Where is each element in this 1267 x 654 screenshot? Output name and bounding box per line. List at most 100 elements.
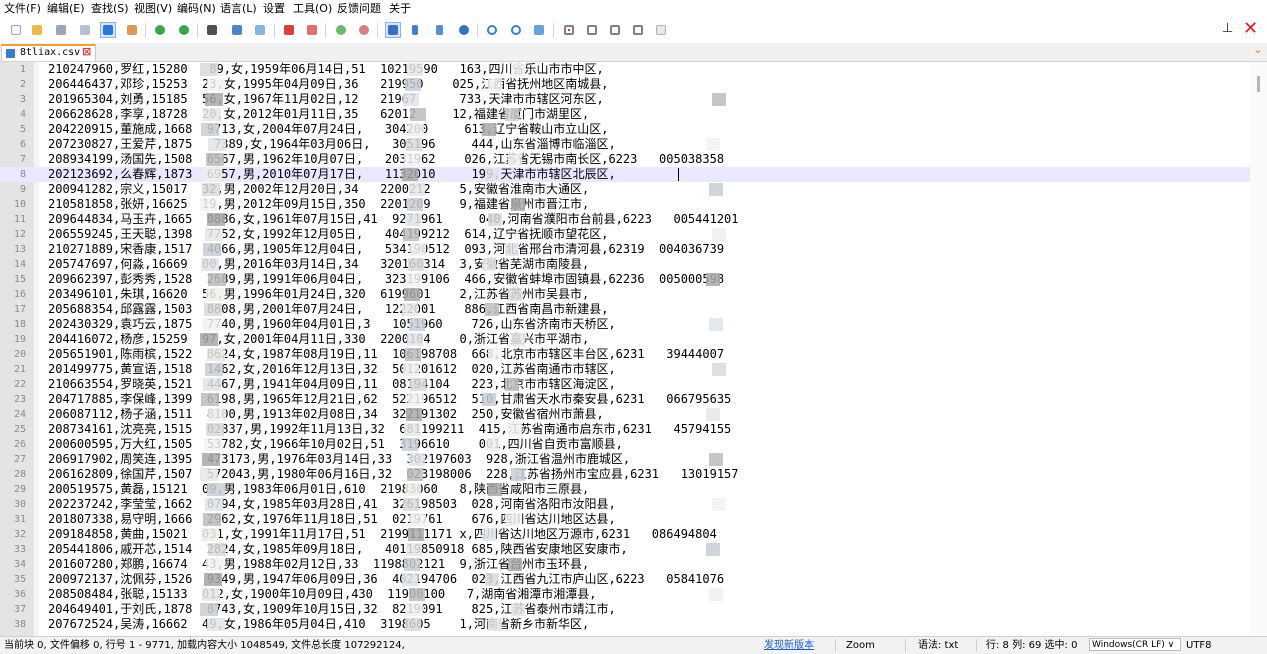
text-line[interactable]: 4 206628628,李享,18728 20,女,2012年01月11日,35 … [0,107,1250,122]
text-line[interactable]: 2 206446437,邓珍,15253 23,女,1995年04月09日,36 … [0,77,1250,92]
redaction-block [204,573,222,586]
text-line[interactable]: 8 202123692,么春辉,1873 6957,男,2010年07月17日, … [0,167,1250,182]
redo-icon[interactable] [176,22,192,38]
menu-encoding[interactable]: 编码(N) [177,2,216,16]
zoom-label[interactable]: Zoom [846,639,875,652]
redaction-block [482,528,496,541]
menu-view[interactable]: 视图(V) [134,2,172,16]
text-line[interactable]: 14 205747697,何淼,16669 00,男,2016年03月14日,34… [0,257,1250,272]
new-file-icon[interactable] [8,22,24,38]
text-line[interactable]: 9 200941282,宗义,15017 32,男,2002年12月20日,34 … [0,182,1250,197]
prev-block-icon[interactable] [484,22,500,38]
play-macro-icon[interactable] [607,22,623,38]
text-line[interactable]: 35 200972137,沈佩芬,1526 9349,男,1947年06月09日,… [0,572,1250,587]
tab-close-icon[interactable]: ⊠ [82,46,91,58]
text-line[interactable]: 11 209644834,马玉卉,1665 0886,女,1961年07月15日,… [0,212,1250,227]
mark-icon[interactable] [281,22,297,38]
text-line[interactable]: 21 201499775,黄宣语,1518 1462,女,2016年12月13日,… [0,362,1250,377]
toggle-view-icon[interactable] [100,22,116,38]
redaction-block [205,498,223,511]
text-line[interactable]: 17 205688354,邱露露,1503 8808,男,2001年07月24日,… [0,302,1250,317]
text-line[interactable]: 1 210247960,罗红,15280 89,女,1959年06月14日,51 … [0,62,1250,77]
text-line[interactable]: 3 201965304,刘勇,15185 56,女,1967年11月02日,12 … [0,92,1250,107]
scrollbar-thumb[interactable] [1257,76,1260,92]
text-line[interactable]: 13 210271889,宋香康,1517 4066,男,1905年12月04日,… [0,242,1250,257]
word-wrap-icon[interactable] [385,22,401,38]
stop-macro-icon[interactable] [584,22,600,38]
tab-8tliax-csv[interactable]: 8tliax.csv ⊠ [1,44,96,61]
text-line[interactable]: 24 206087112,杨子涵,1511 8100,男,1913年02月08日,… [0,407,1250,422]
close-icon[interactable]: ✕ [1243,19,1259,39]
line-number: 34 [13,559,26,570]
text-line[interactable]: 34 201607280,郑鹏,16674 43,男,1988年02月12日,33… [0,557,1250,572]
text-line[interactable]: 27 206917902,周笑连,1395 473173,男,1976年03月14… [0,452,1250,467]
text-line[interactable]: 19 204416072,杨彦,15259 97,女,2001年04月11日,33… [0,332,1250,347]
text-line[interactable]: 25 208734161,沈亮亮,1515 02837,男,1992年11月13日… [0,422,1250,437]
text-line[interactable]: 23 204717885,李保峰,1399 6198,男,1965年12月21日,… [0,392,1250,407]
text-line[interactable]: 32 209184858,黄曲,15021 031,女,1991年11月17日,5… [0,527,1250,542]
line-number: 13 [13,244,26,255]
show-symbols-icon[interactable] [409,22,425,38]
menu-language[interactable]: 语言(L) [220,2,257,16]
zoom-out-icon[interactable] [356,22,372,38]
run-macro-icon[interactable] [630,22,646,38]
redaction-block [488,483,502,496]
eol-select[interactable]: Windows(CR LF) ∨ [1089,638,1181,651]
zoom-in-icon[interactable] [333,22,349,38]
replace-icon[interactable] [229,22,245,38]
text-line[interactable]: 33 205441806,戚开芯,1514 2824,女,1985年09月18日,… [0,542,1250,557]
line-number: 24 [13,409,26,420]
vertical-scrollbar[interactable] [1250,62,1267,636]
text-line[interactable]: 12 206559245,王天聪,1398 7752,女,1992年12月05日,… [0,227,1250,242]
text-line[interactable]: 22 210663554,罗晓英,1521 4467,男,1941年04月09日,… [0,377,1250,392]
text-line[interactable]: 31 201807338,易守明,1666 2962,女,1976年11月18日,… [0,512,1250,527]
text-line[interactable]: 16 203496101,朱琪,16620 56,男,1996年01月24日,32… [0,287,1250,302]
text-line[interactable]: 20 205651901,陈雨槟,1522 8624,女,1987年08月19日,… [0,347,1250,362]
menu-file[interactable]: 文件(F) [4,2,41,16]
open-file-icon[interactable] [29,22,45,38]
text-line[interactable]: 6 207230827,王爱芹,1875 7389,女,1964年03月06日, … [0,137,1250,152]
indent-guide-icon[interactable] [433,22,449,38]
text-editor[interactable]: 1 210247960,罗红,15280 89,女,1959年06月14日,51 … [0,62,1250,636]
menu-tools[interactable]: 工具(O) [293,2,332,16]
save-icon[interactable] [53,22,69,38]
menu-feedback[interactable]: 反馈问题 [337,2,381,16]
record-macro-icon[interactable] [561,22,577,38]
next-block-icon[interactable] [508,22,524,38]
text-line[interactable]: 10 210581858,张妍,16625 19,男,2012年09月15日,35… [0,197,1250,212]
undo-icon[interactable] [152,22,168,38]
update-link[interactable]: 发现新版本 [764,639,814,652]
redaction-block [706,408,720,421]
menu-edit[interactable]: 编辑(E) [47,2,85,16]
text-line[interactable]: 29 200519575,黄磊,15121 09,男,1983年06月01日,61… [0,482,1250,497]
text-line[interactable]: 18 202430329,袁巧云,1875 7740,男,1960年04月01日,… [0,317,1250,332]
menu-about[interactable]: 关于 [389,2,411,16]
redaction-block [488,348,502,361]
goto-icon[interactable] [252,22,268,38]
find-icon[interactable] [204,22,220,38]
encoding-label[interactable]: UTF8 [1186,639,1212,652]
chevron-down-icon[interactable]: ⌄ [1251,43,1265,57]
text-line[interactable]: 30 202237242,李莹莹,1662 0794,女,1985年03月28日,… [0,497,1250,512]
save-macro-icon[interactable] [653,22,669,38]
menu-search[interactable]: 查找(S) [91,2,129,16]
menu-settings[interactable]: 设置 [263,2,285,16]
hex-view-icon[interactable] [531,22,547,38]
line-number: 14 [13,259,26,270]
save-all-icon[interactable] [77,22,93,38]
settings-icon[interactable] [456,22,472,38]
text-line[interactable]: 26 200600595,万大红,1505 53782,女,1966年10月02日… [0,437,1250,452]
clear-mark-icon[interactable] [304,22,320,38]
text-line[interactable]: 38 207672524,吴涛,16662 49,女,1986年05月04日,41… [0,617,1250,632]
text-line[interactable]: 7 208934199,汤国先,1508 6567,男,1962年10月07日, … [0,152,1250,167]
text-line[interactable]: 28 206162809,徐国芹,1507 572043,男,1980年06月16… [0,467,1250,482]
redaction-block [712,228,726,241]
text-line[interactable]: 36 208508484,张聪,15133 012,女,1900年10月09日,4… [0,587,1250,602]
text-line[interactable]: 5 204220915,董施成,1668 9713,女,2004年07月24日, … [0,122,1250,137]
text-line[interactable]: 15 209662397,彭秀秀,1528 2689,男,1991年06月04日,… [0,272,1250,287]
close-file-icon[interactable] [124,22,140,38]
pin-icon[interactable]: ⊥ [1222,21,1234,37]
text-line[interactable]: 37 204649401,于刘氏,1878 8743,女,1909年10月15日,… [0,602,1250,617]
file-icon [6,49,15,58]
syntax-label[interactable]: 语法: txt [918,639,958,652]
